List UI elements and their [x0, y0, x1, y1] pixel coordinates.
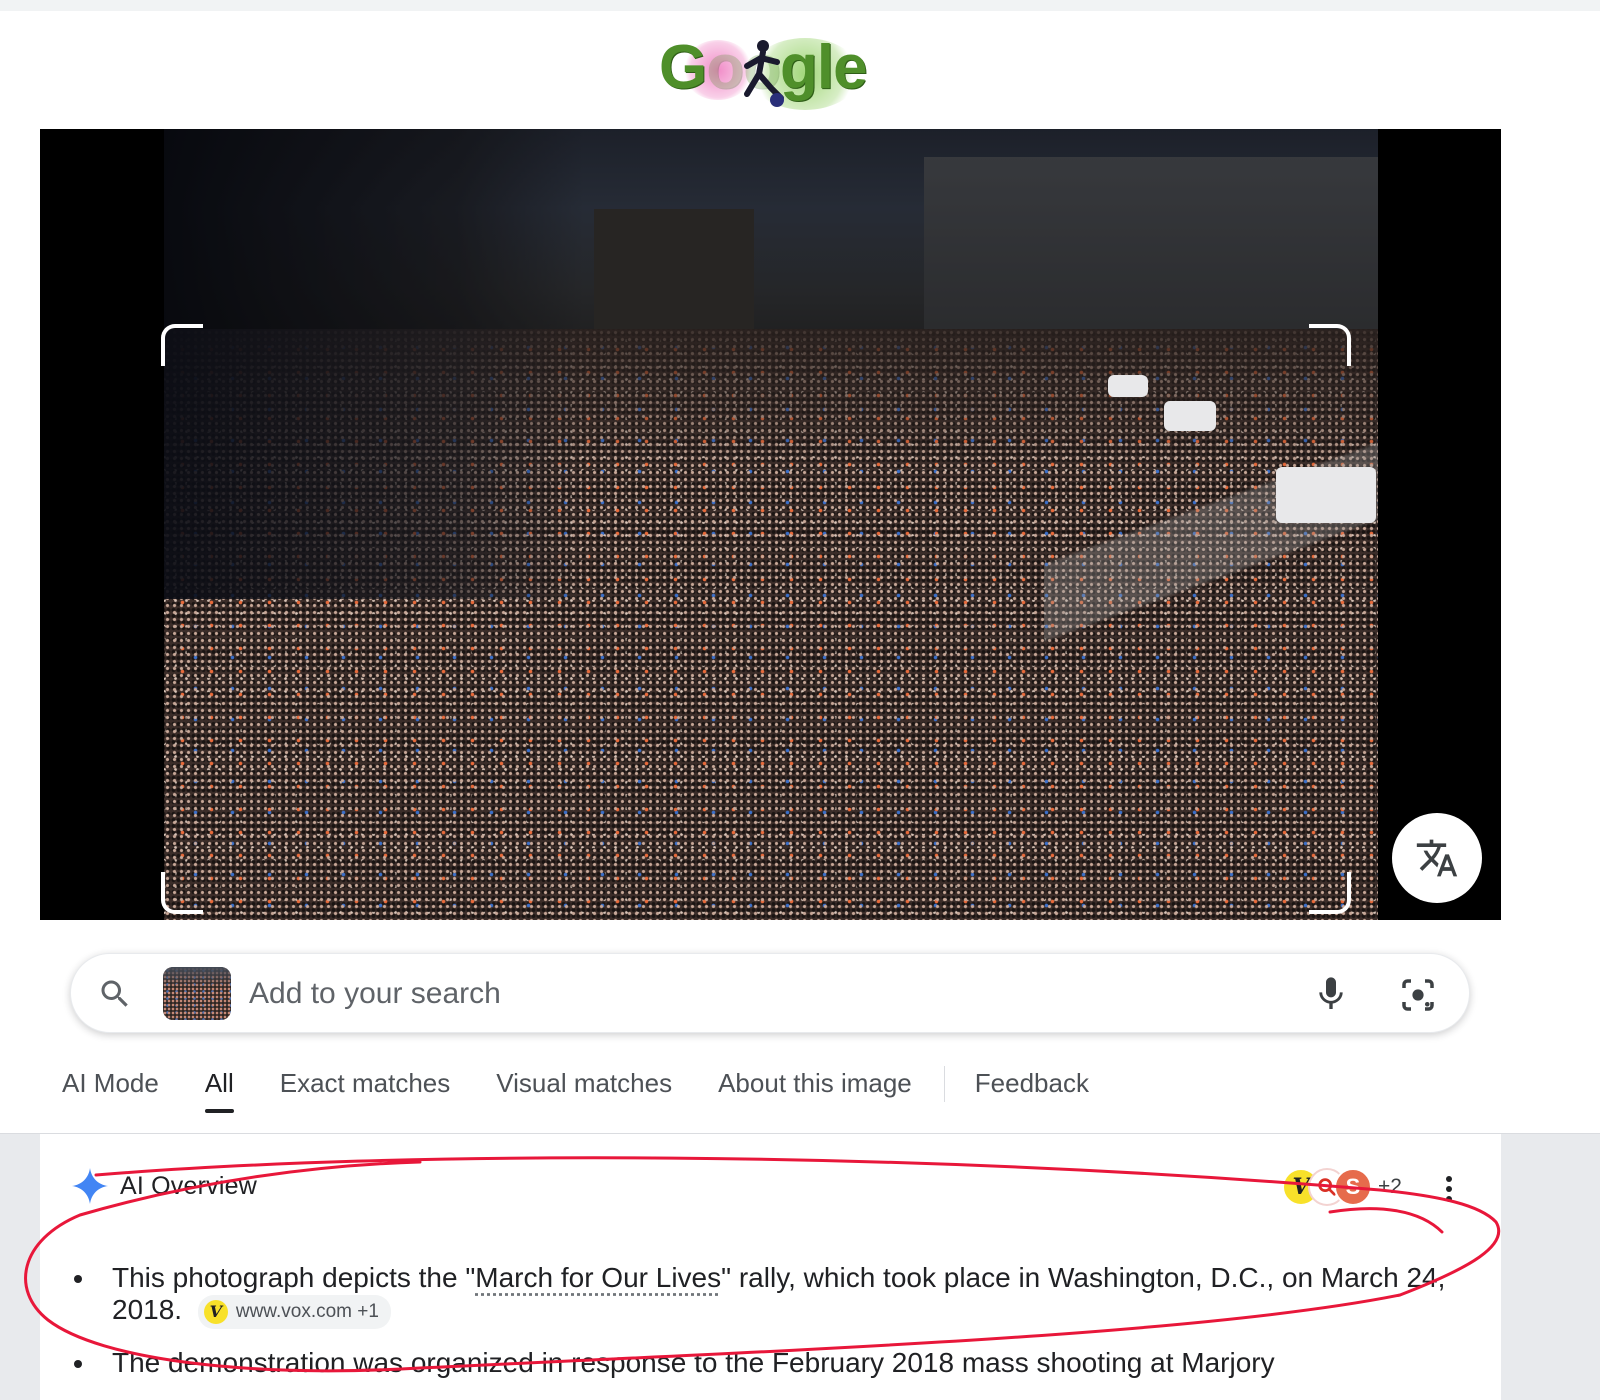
crop-handle-top-right[interactable] — [1309, 324, 1351, 366]
mic-icon[interactable] — [1311, 974, 1351, 1014]
more-options-icon[interactable] — [1444, 1176, 1454, 1206]
source-chip[interactable]: Vwww.vox.com +1 — [197, 1294, 391, 1329]
runner-icon — [744, 40, 784, 107]
ai-overview-title: AI Overview — [120, 1171, 257, 1200]
search-image-thumbnail[interactable] — [163, 967, 231, 1020]
sparkle-icon — [72, 1168, 108, 1204]
bullet-text: The demonstration was organized in respo… — [112, 1346, 1275, 1378]
search-input[interactable] — [249, 970, 1249, 1018]
crop-dim-overlay — [164, 129, 1378, 329]
tab-exact-matches[interactable]: Exact matches — [280, 1068, 451, 1113]
google-doodle-logo[interactable]: Google — [655, 28, 885, 112]
list-item: This photograph depicts the "March for O… — [72, 1262, 1472, 1329]
tab-divider — [943, 1066, 945, 1102]
vox-logo-icon: V — [203, 1299, 228, 1324]
photo-vehicle — [1108, 375, 1148, 397]
ai-overview-sources[interactable]: V S +2 — [1282, 1168, 1402, 1206]
bullet-text: This photograph depicts the " — [112, 1262, 476, 1293]
crop-handle-bottom-right[interactable] — [1309, 872, 1351, 914]
more-sources-count[interactable]: +2 — [1378, 1175, 1402, 1199]
tab-about-this-image[interactable]: About this image — [718, 1068, 912, 1113]
results-tabs: AI Mode All Exact matches Visual matches… — [62, 1066, 1135, 1118]
lens-camera-icon[interactable] — [1397, 974, 1439, 1016]
translate-button[interactable] — [1392, 813, 1482, 903]
crop-handle-top-left[interactable] — [161, 324, 203, 366]
top-strip — [0, 0, 1600, 11]
list-item: The demonstration was organized in respo… — [72, 1347, 1472, 1379]
tab-ai-mode[interactable]: AI Mode — [62, 1068, 159, 1113]
photo-vehicle — [1276, 467, 1376, 523]
search-box[interactable] — [70, 953, 1470, 1033]
photo-vehicle — [1164, 401, 1216, 431]
ai-overview-header: AI Overview — [72, 1168, 257, 1204]
source-chip-label: www.vox.com +1 — [235, 1300, 379, 1322]
search-icon[interactable] — [97, 976, 133, 1012]
translate-icon — [1416, 839, 1458, 877]
source-s-icon[interactable]: S — [1334, 1168, 1372, 1206]
march-for-our-lives-link[interactable]: March for Our Lives — [475, 1262, 721, 1293]
crowd-photo — [164, 129, 1378, 920]
tab-all[interactable]: All — [204, 1068, 234, 1113]
ai-overview-bullets: This photograph depicts the "March for O… — [72, 1262, 1472, 1397]
image-preview-panel[interactable] — [40, 129, 1501, 920]
tab-feedback[interactable]: Feedback — [975, 1068, 1089, 1113]
tab-visual-matches[interactable]: Visual matches — [496, 1068, 672, 1113]
crop-handle-bottom-left[interactable] — [161, 872, 203, 914]
